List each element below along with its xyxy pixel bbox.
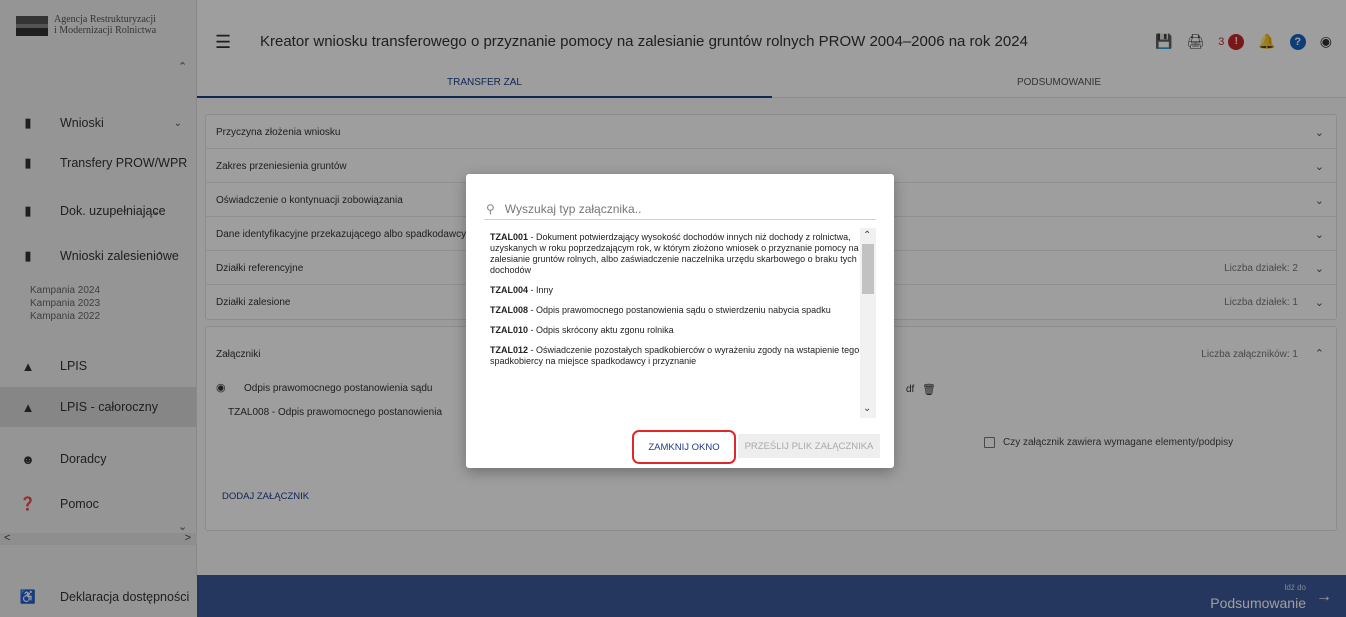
item-code: TZAL010 xyxy=(490,325,529,335)
item-code: TZAL001 xyxy=(490,232,529,242)
chevron-down-icon[interactable]: ⌄ xyxy=(863,403,871,414)
item-code: TZAL012 xyxy=(490,345,529,355)
item-text: - Dokument potwierdzający wysokość docho… xyxy=(490,232,859,275)
search-input[interactable] xyxy=(504,201,845,216)
item-text: - Odpis skrócony aktu zgonu rolnika xyxy=(528,325,674,335)
attachment-type-dialog: ⚲ TZAL001 - Dokument potwierdzający wyso… xyxy=(466,174,894,468)
item-code: TZAL004 xyxy=(490,285,529,295)
search-icon: ⚲ xyxy=(486,201,495,216)
list-item[interactable]: TZAL008 - Odpis prawomocnego postanowien… xyxy=(490,305,862,316)
list-scrollbar[interactable]: ⌃ ⌄ xyxy=(860,228,876,418)
item-text: - Inny xyxy=(528,285,554,295)
upload-attachment-button[interactable]: PRZEŚLIJ PLIK ZAŁĄCZNIKA xyxy=(738,434,880,458)
chevron-up-icon[interactable]: ⌃ xyxy=(863,230,871,241)
list-item[interactable]: TZAL001 - Dokument potwierdzający wysoko… xyxy=(490,232,862,276)
list-item[interactable]: TZAL010 - Odpis skrócony aktu zgonu roln… xyxy=(490,325,862,336)
search-bar: ⚲ xyxy=(484,198,876,220)
list-item[interactable]: TZAL012 - Oświadczenie pozostałych spadk… xyxy=(490,345,862,367)
attachment-type-list: TZAL001 - Dokument potwierdzający wysoko… xyxy=(490,232,862,416)
scrollbar-thumb[interactable] xyxy=(862,244,874,294)
list-item[interactable]: TZAL004 - Inny xyxy=(490,285,862,296)
item-code: TZAL008 xyxy=(490,305,529,315)
close-window-button[interactable]: ZAMKNIJ OKNO xyxy=(632,430,736,464)
item-text: - Odpis prawomocnego postanowienia sądu … xyxy=(528,305,831,315)
item-text: - Oświadczenie pozostałych spadkobierców… xyxy=(490,345,860,366)
